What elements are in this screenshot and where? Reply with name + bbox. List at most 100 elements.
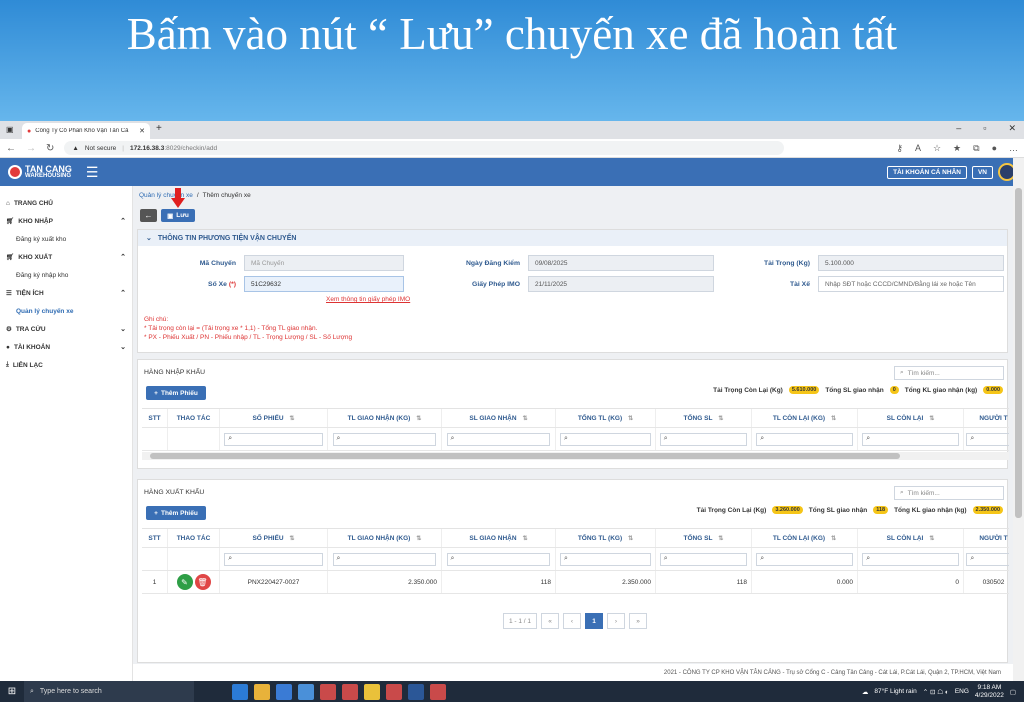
app-icon[interactable] xyxy=(386,683,402,700)
sidebar-item-tra-cuu[interactable]: ⚙ TRA CỨU ⌄ xyxy=(0,320,132,338)
imo-license-link[interactable]: Xem thông tin giấy phép IMO xyxy=(326,296,410,303)
reload-icon[interactable]: ↻ xyxy=(46,143,54,154)
word-app-icon[interactable] xyxy=(408,683,424,700)
filter-input[interactable]: ⌕ xyxy=(966,552,1009,566)
tai-xe-input[interactable]: Nhập SĐT hoặc CCCD/CMND/Bằng lái xe hoặc… xyxy=(818,276,1004,292)
language-indicator[interactable]: ENG xyxy=(955,688,969,695)
collections-icon[interactable]: ⧉ xyxy=(973,143,979,154)
filter-input[interactable]: ⌕ xyxy=(559,432,652,446)
close-window-icon[interactable]: ✕ xyxy=(1008,123,1016,134)
giay-phep-imo-label: Giấy Phép IMO xyxy=(472,280,520,288)
clock[interactable]: 9:18 AM 4/29/2022 xyxy=(975,684,1004,700)
filter-input[interactable]: ⌕ xyxy=(966,432,1009,446)
sidebar-item-home[interactable]: ⌂ TRANG CHỦ xyxy=(0,194,132,212)
filter-input[interactable]: ⌕ xyxy=(862,432,959,446)
import-remaining-pill: 5.610.000 xyxy=(788,386,820,394)
next-page-button[interactable]: › xyxy=(607,613,625,629)
weather-text[interactable]: 87°F Light rain xyxy=(874,688,916,695)
more-icon[interactable]: … xyxy=(1009,143,1018,154)
chevron-down-icon: ⌄ xyxy=(120,344,126,351)
account-button[interactable]: TÀI KHOẢN CÁ NHÂN xyxy=(887,165,967,179)
read-aloud-icon[interactable]: A xyxy=(915,143,921,154)
edge-app-icon[interactable] xyxy=(232,683,248,700)
filter-input[interactable]: ⌕ xyxy=(659,552,748,566)
filter-input[interactable]: ⌕ xyxy=(659,432,748,446)
tab-actions-icon[interactable]: ▣ xyxy=(6,125,14,134)
filter-input[interactable]: ⌕ xyxy=(446,552,551,566)
favorites-icon[interactable]: ★ xyxy=(953,143,961,154)
file-explorer-app-icon[interactable] xyxy=(254,683,270,700)
sidebar-item-tai-khoan[interactable]: ● TÀI KHOẢN ⌄ xyxy=(0,338,132,356)
list-icon: ☰ xyxy=(6,290,12,297)
back-arrow-icon[interactable]: ← xyxy=(6,143,16,154)
first-page-button[interactable]: « xyxy=(541,613,559,629)
taskbar-search[interactable]: ⌕ Type here to search xyxy=(24,681,194,702)
import-add-button[interactable]: + Thêm Phiếu xyxy=(146,386,206,400)
breadcrumb: Quản lý chuyến xe / Thêm chuyến xe xyxy=(139,192,251,199)
filter-input[interactable]: ⌕ xyxy=(756,432,853,446)
key-icon[interactable]: ⚷ xyxy=(896,143,903,154)
filter-input[interactable]: ⌕ xyxy=(332,552,437,566)
vehicle-info-header[interactable]: ⌄ THÔNG TIN PHƯƠNG TIỆN VẬN CHUYỂN xyxy=(138,230,1007,246)
vertical-scrollbar[interactable] xyxy=(1013,158,1024,681)
teamviewer-app-icon[interactable] xyxy=(298,683,314,700)
hamburger-menu-icon[interactable]: ☰ xyxy=(86,164,99,181)
store-app-icon[interactable] xyxy=(276,683,292,700)
favorite-icon[interactable]: ☆ xyxy=(933,143,941,154)
export-add-button[interactable]: + Thêm Phiếu xyxy=(146,506,206,520)
url-field[interactable]: ▲ Not secure | 172.16.38.3:8029/checkin/… xyxy=(64,141,785,155)
filter-input[interactable]: ⌕ xyxy=(862,552,959,566)
minimize-icon[interactable]: – xyxy=(956,123,961,134)
sidebar-item-kho-nhap[interactable]: 🛒︎ KHO NHẬP ⌃ xyxy=(0,212,132,230)
horizontal-scrollbar[interactable] xyxy=(142,452,1009,460)
app-icon[interactable] xyxy=(320,683,336,700)
sidebar-item-kho-xuat[interactable]: 🛒︎ KHO XUẤT ⌃ xyxy=(0,248,132,266)
maximize-icon[interactable]: ▫ xyxy=(983,123,986,134)
tray-icons[interactable]: ⌃ ⊡ ☖ ◐ xyxy=(923,688,949,696)
back-button[interactable]: ← xyxy=(140,209,157,222)
filter-input[interactable]: ⌕ xyxy=(224,432,323,446)
sidebar-subitem-dk-nhap-kho[interactable]: Đăng ký nhập kho xyxy=(0,266,132,284)
sidebar-subitem-ql-chuyen-xe[interactable]: Quản lý chuyến xe xyxy=(0,302,132,320)
profile-icon[interactable]: ● xyxy=(992,143,997,154)
sidebar-item-tien-ich[interactable]: ☰ TIỆN ÍCH ⌃ xyxy=(0,284,132,302)
filter-input[interactable]: ⌕ xyxy=(756,552,853,566)
tai-trong-input[interactable]: 5.100.000 xyxy=(818,255,1004,271)
import-search-input[interactable]: ⌕ Tìm kiếm... xyxy=(894,366,1004,380)
forward-arrow-icon[interactable]: → xyxy=(26,143,36,154)
chrome-app-icon[interactable] xyxy=(364,683,380,700)
tab-close-icon[interactable]: ✕ xyxy=(139,127,145,135)
filter-input[interactable]: ⌕ xyxy=(224,552,323,566)
ngay-dang-kiem-input[interactable]: 09/08/2025 xyxy=(528,255,714,271)
app-icon[interactable] xyxy=(430,683,446,700)
app-icon[interactable] xyxy=(342,683,358,700)
filter-input[interactable]: ⌕ xyxy=(446,432,551,446)
ma-chuyen-input[interactable]: Mã Chuyến xyxy=(244,255,404,271)
export-search-input[interactable]: ⌕ Tìm kiếm... xyxy=(894,486,1004,500)
delete-icon[interactable]: 🗑︎ xyxy=(194,574,211,590)
page-footer: 2021 - CÔNG TY CP KHO VẬN TÂN CẢNG - Trụ… xyxy=(133,664,1013,681)
windows-start-icon[interactable]: ⊞ xyxy=(0,686,24,697)
company-logo[interactable]: TAN CANG WAREHOUSING xyxy=(8,165,72,179)
sort-icon: ⇅ xyxy=(289,535,295,542)
plus-icon: + xyxy=(154,389,158,397)
save-button[interactable]: ▣ Lưu xyxy=(161,209,195,222)
cart-icon: 🛒︎ xyxy=(6,218,15,225)
notification-icon[interactable]: ▢ xyxy=(1010,688,1016,696)
filter-input[interactable]: ⌕ xyxy=(332,432,437,446)
filter-input[interactable]: ⌕ xyxy=(559,552,652,566)
browser-tab[interactable]: ● Công Ty Cổ Phần Kho Vận Tân Cả ✕ xyxy=(22,123,150,139)
sidebar-subitem-dk-xuat-kho[interactable]: Đăng ký xuất kho xyxy=(0,230,132,248)
sort-icon: ⇅ xyxy=(628,415,634,422)
so-xe-input[interactable]: 51C29632 xyxy=(244,276,404,292)
edit-icon[interactable]: ✎ xyxy=(176,574,193,590)
language-button[interactable]: VN xyxy=(971,165,993,179)
prev-page-button[interactable]: ‹ xyxy=(563,613,581,629)
new-tab-icon[interactable]: + xyxy=(156,123,162,134)
sidebar-item-lien-lac[interactable]: ⤓ LIÊN LẠC xyxy=(0,356,132,374)
last-page-button[interactable]: » xyxy=(629,613,647,629)
url-path: :8029/checkin/add xyxy=(164,144,218,152)
giay-phep-imo-input[interactable]: 21/11/2025 xyxy=(528,276,714,292)
page-button-current[interactable]: 1 xyxy=(585,613,603,629)
import-stats: Tải Trọng Còn Lại (Kg) 5.610.000 Tổng SL … xyxy=(713,386,1003,394)
